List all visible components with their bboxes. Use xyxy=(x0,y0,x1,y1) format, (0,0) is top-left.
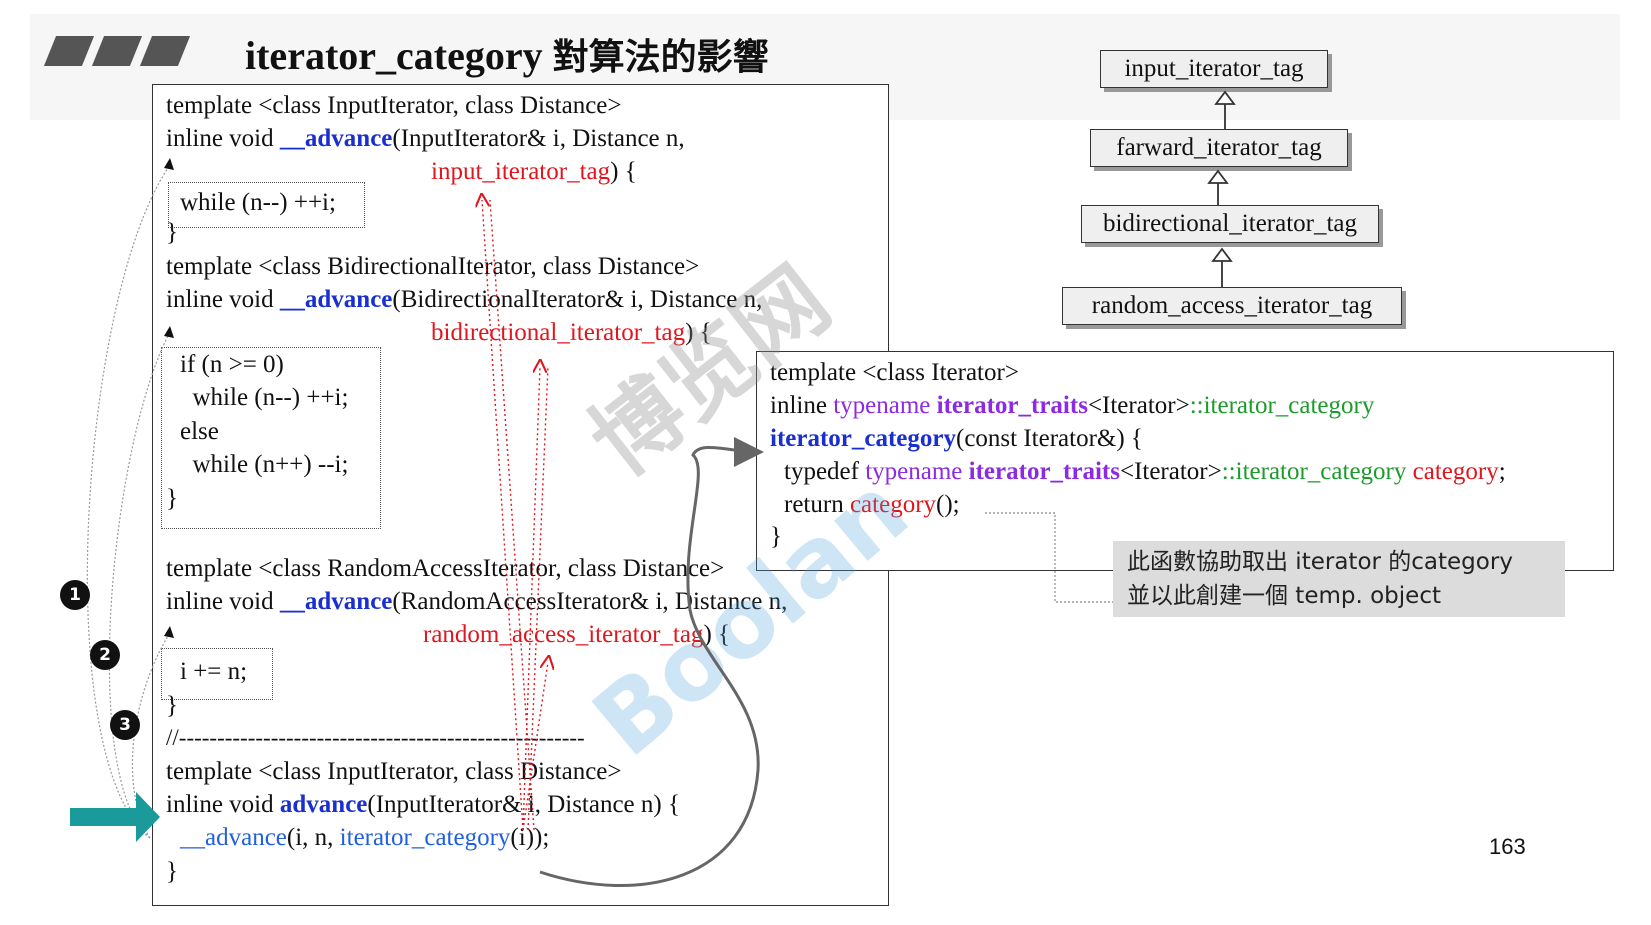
note-connector xyxy=(985,512,1113,603)
call-flow-arrow xyxy=(539,436,764,888)
marker-1: 1 xyxy=(60,580,90,610)
marker-2: 2 xyxy=(90,640,120,670)
connector-layer xyxy=(70,90,1236,888)
marker-3: 3 xyxy=(110,710,140,740)
dispatch-arrows xyxy=(482,200,548,831)
inheritance-arrows xyxy=(1207,90,1236,287)
page-number: 163 xyxy=(1489,834,1526,859)
